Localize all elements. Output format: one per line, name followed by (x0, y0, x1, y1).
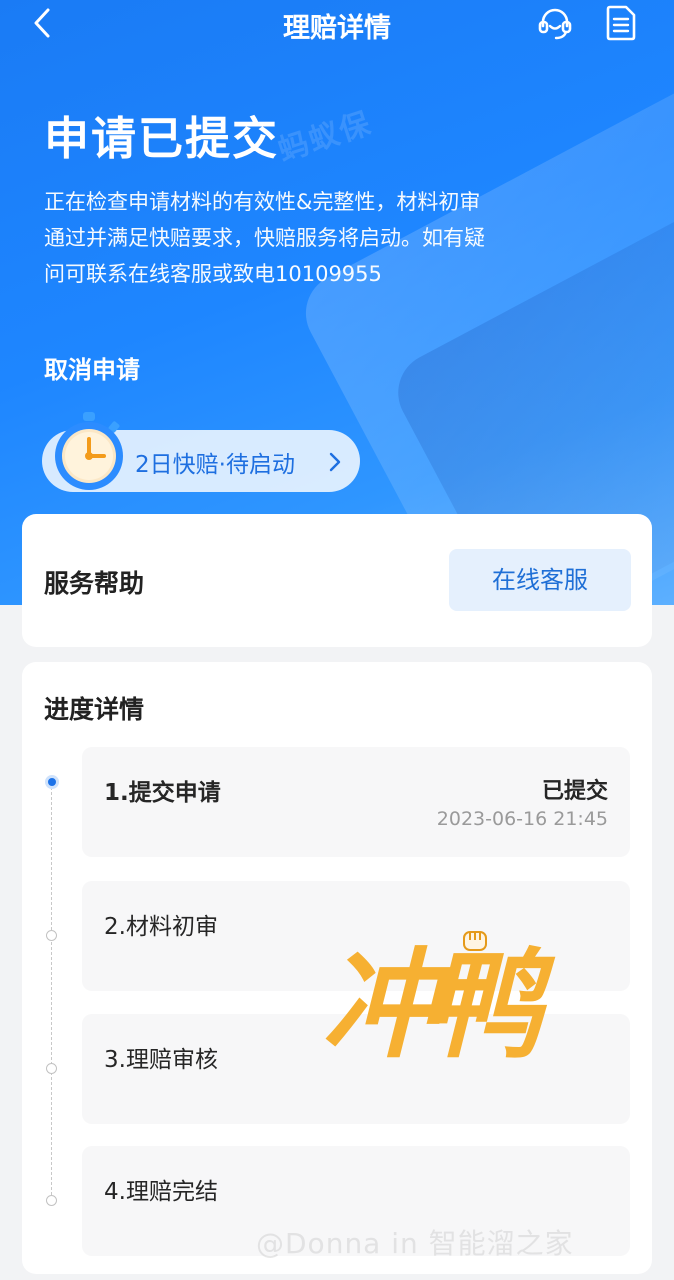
step-label: 1.提交申请 (104, 780, 221, 806)
service-help-card: 服务帮助 在线客服 (22, 514, 652, 647)
headset-icon[interactable] (536, 4, 574, 42)
progress-title: 进度详情 (44, 695, 145, 724)
service-help-title: 服务帮助 (44, 569, 145, 598)
timeline-dot-active (45, 775, 59, 789)
user-watermark: @Donna in 智能溜之家 (256, 1227, 574, 1260)
timeline-dot (46, 930, 57, 941)
brand-watermark-logo: 蚂蚁保 (274, 105, 377, 169)
cheer-sticker: 冲鸭 (322, 922, 572, 1086)
timeline-line (51, 782, 52, 1200)
step-label: 4.理赔完结 (104, 1179, 218, 1205)
online-service-button[interactable]: 在线客服 (449, 549, 631, 611)
status-description: 正在检查申请材料的有效性&完整性，材料初审通过并满足快赔要求，快赔服务将启动。如… (44, 190, 485, 286)
step-label: 2.材料初审 (104, 914, 218, 940)
progress-step-submit: 1.提交申请 已提交 2023-06-16 21:45 (82, 747, 630, 857)
sticker-text: 冲鸭 (322, 935, 542, 1074)
cancel-application-link[interactable]: 取消申请 (44, 350, 140, 385)
step-label: 3.理赔审核 (104, 1047, 218, 1073)
chevron-right-icon (329, 452, 341, 472)
timeline-dot (46, 1063, 57, 1074)
nav-bar: 理赔详情 (0, 0, 674, 46)
status-title: 申请已提交 (44, 112, 280, 165)
step-timestamp: 2023-06-16 21:45 (436, 808, 608, 830)
timeline-dot (46, 1195, 57, 1206)
fast-claim-status-label: 2日快赔·待启动 (135, 452, 295, 478)
stopwatch-icon (55, 412, 123, 490)
step-status: 已提交 (541, 779, 608, 804)
fist-icon (463, 931, 487, 951)
document-icon[interactable] (604, 4, 638, 42)
